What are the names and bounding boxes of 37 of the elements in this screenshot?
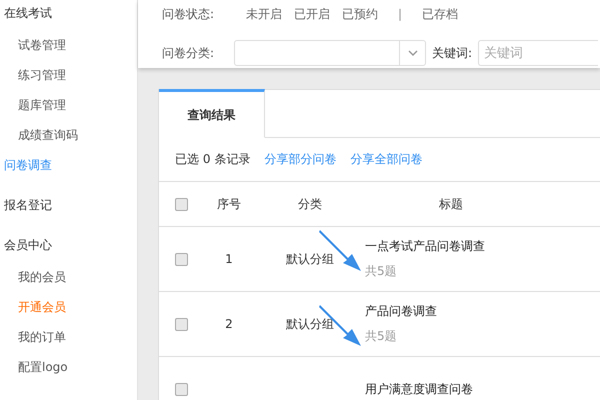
table-cell: 2 xyxy=(225,317,233,331)
question-count: 共5题 xyxy=(365,263,398,280)
sidebar-item[interactable]: 我的会员 xyxy=(0,266,137,296)
keyword-label: 关键词: xyxy=(432,44,472,62)
sidebar-item[interactable]: 成绩查询码 xyxy=(0,124,137,154)
caret-icon xyxy=(408,50,418,56)
table-cell: 1 xyxy=(225,252,233,266)
row-checkbox[interactable] xyxy=(174,382,188,396)
status-option[interactable]: 已存档 xyxy=(422,6,458,22)
status-option[interactable]: 已预约 xyxy=(342,6,378,22)
sidebar-item[interactable]: 试卷管理 xyxy=(0,34,137,64)
survey-title[interactable]: 产品问卷调查 xyxy=(365,303,600,320)
sidebar-item[interactable]: 题库管理 xyxy=(0,94,137,124)
sidebar-item[interactable]: 配置logo xyxy=(0,356,137,386)
sidebar-item[interactable]: 报名登记 xyxy=(0,194,137,234)
column-header: 标题 xyxy=(438,196,464,212)
status-option[interactable]: 已开启 xyxy=(294,6,330,22)
selected-count: 已选 0 条记录 xyxy=(175,151,250,168)
status-option[interactable]: 未开启 xyxy=(246,6,282,22)
survey-title[interactable]: 用户满意度调查问卷 xyxy=(365,380,600,398)
column-header: 分类 xyxy=(297,196,323,212)
sidebar-item[interactable]: 我的订单 xyxy=(0,326,137,356)
tab[interactable]: 查询结果 xyxy=(159,89,265,138)
row-checkbox[interactable] xyxy=(174,252,188,266)
keyword-field[interactable]: 关键词 xyxy=(478,40,598,66)
divider-mark: | xyxy=(398,7,402,21)
sidebar-item[interactable]: 练习管理 xyxy=(0,64,137,94)
status-label: 问卷状态: xyxy=(162,6,216,22)
category-select[interactable] xyxy=(234,40,426,66)
survey-title[interactable]: 一点考试产品问卷调查 xyxy=(365,238,600,255)
column-header: 序号 xyxy=(216,196,242,212)
select-all-checkbox[interactable] xyxy=(174,198,188,210)
question-count: 共5题 xyxy=(365,328,398,345)
table-cell: 默认分组 xyxy=(286,316,334,330)
category-label: 问卷分类: xyxy=(162,44,216,62)
row-checkbox[interactable] xyxy=(174,318,188,330)
table-cell: 默认分组 xyxy=(286,252,334,266)
